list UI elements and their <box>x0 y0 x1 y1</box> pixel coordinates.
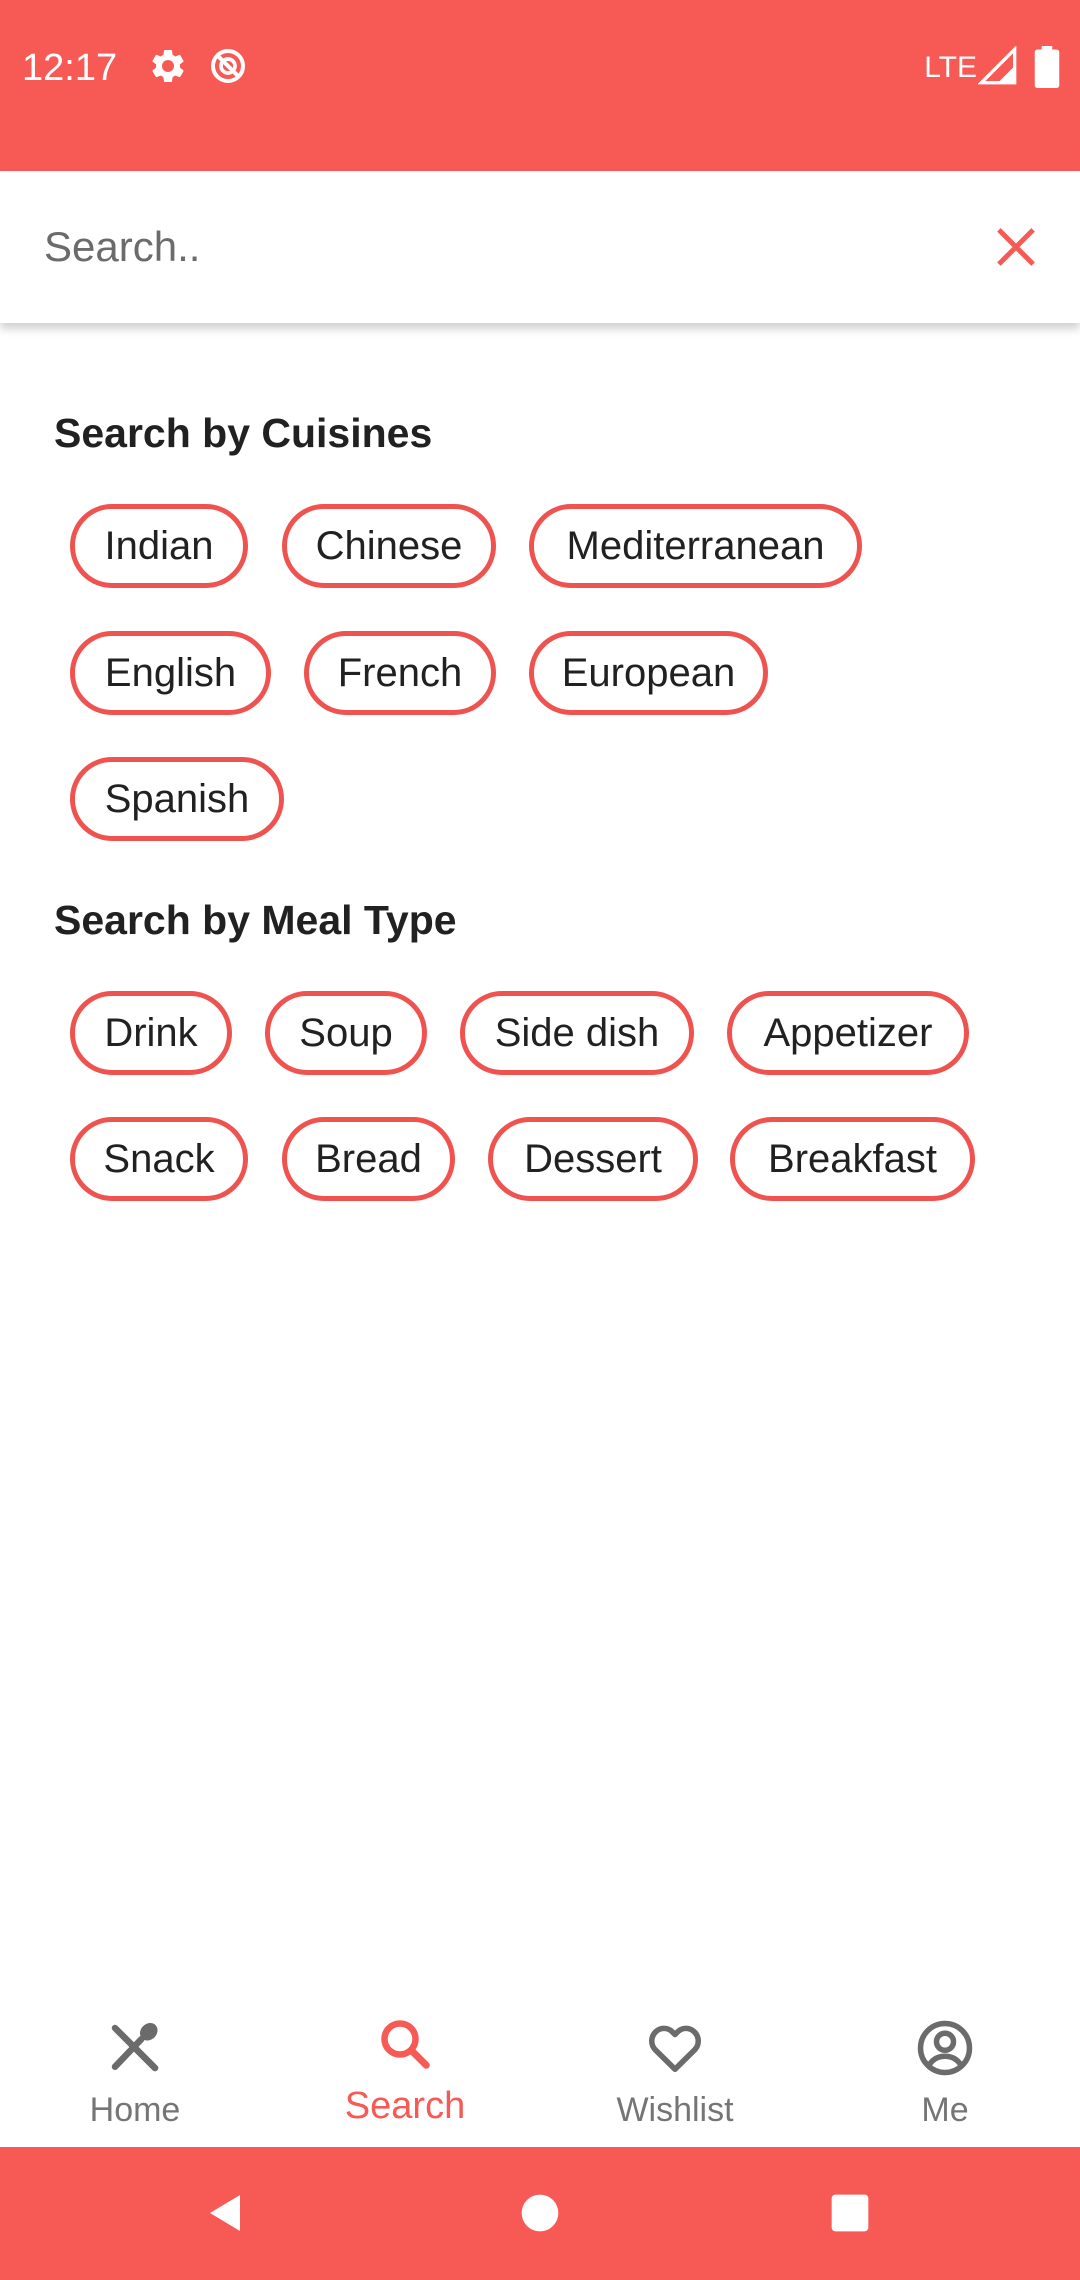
chip-label: English <box>104 650 237 695</box>
chip-meal-soup[interactable]: Soup <box>265 991 427 1075</box>
chip-label: Soup <box>299 1010 393 1055</box>
clear-search-button[interactable] <box>982 213 1050 281</box>
back-button[interactable] <box>190 2177 262 2249</box>
chip-label: Mediterranean <box>566 523 825 568</box>
chip-meal-bread[interactable]: Bread <box>282 1117 455 1201</box>
chip-label: Bread <box>315 1136 422 1181</box>
chip-cuisine-english[interactable]: English <box>70 631 271 715</box>
nav-label-me: Me <box>921 2091 969 2129</box>
chip-label: Spanish <box>104 776 250 821</box>
close-icon <box>997 228 1035 266</box>
settings-icon <box>152 49 184 82</box>
back-triangle-icon <box>210 2195 240 2231</box>
chip-label: Breakfast <box>768 1136 937 1181</box>
chip-label: Chinese <box>315 523 463 568</box>
search-bar <box>0 171 1080 323</box>
chip-label: Side dish <box>494 1010 660 1055</box>
nav-label-home: Home <box>89 2091 181 2129</box>
utensils-icon <box>111 2022 159 2072</box>
chip-meal-side-dish[interactable]: Side dish <box>460 991 694 1075</box>
chip-cuisine-french[interactable]: French <box>304 631 496 715</box>
chip-cuisine-chinese[interactable]: Chinese <box>282 504 496 588</box>
signal-icon <box>978 46 1017 85</box>
chip-cuisine-mediterranean[interactable]: Mediterranean <box>529 504 862 588</box>
chip-label: Snack <box>103 1136 215 1181</box>
bottom-navigation: Home Search Wishlist Me <box>0 1990 1080 2147</box>
battery-icon <box>1034 46 1060 88</box>
chip-label: French <box>337 650 463 695</box>
home-button[interactable] <box>504 2177 576 2249</box>
nav-item-wishlist[interactable]: Wishlist <box>540 1990 810 2147</box>
status-time: 12:17 <box>22 47 118 89</box>
do-not-disturb-icon <box>211 49 245 83</box>
home-circle-icon <box>521 2194 559 2232</box>
account-icon <box>917 2020 973 2076</box>
chip-meal-breakfast[interactable]: Breakfast <box>730 1117 975 1201</box>
chip-cuisine-spanish[interactable]: Spanish <box>70 757 284 841</box>
search-input[interactable] <box>44 209 944 285</box>
app-screen: 12:17 LTE Search by Cuisines Indian <box>0 0 1080 2280</box>
chip-label: European <box>561 650 736 695</box>
chip-label: Indian <box>104 523 214 568</box>
recents-button[interactable] <box>814 2177 886 2249</box>
chip-cuisine-indian[interactable]: Indian <box>70 504 248 588</box>
status-bar: 12:17 LTE <box>0 0 1080 171</box>
nav-item-home[interactable]: Home <box>0 1990 270 2147</box>
chip-meal-drink[interactable]: Drink <box>70 991 232 1075</box>
nav-label-wishlist: Wishlist <box>616 2091 734 2129</box>
heart-icon <box>649 2025 701 2072</box>
chip-meal-snack[interactable]: Snack <box>70 1117 248 1201</box>
chip-cuisine-european[interactable]: European <box>529 631 768 715</box>
chip-meal-dessert[interactable]: Dessert <box>488 1117 698 1201</box>
chip-label: Appetizer <box>763 1010 933 1055</box>
system-navigation-bar <box>0 2147 1080 2280</box>
meal-type-section-title: Search by Meal Type <box>54 897 457 943</box>
network-type-label: LTE <box>924 51 977 84</box>
search-icon <box>381 2020 430 2069</box>
nav-item-search[interactable]: Search <box>270 1990 540 2147</box>
chip-label: Dessert <box>524 1136 662 1181</box>
nav-item-me[interactable]: Me <box>810 1990 1080 2147</box>
chip-label: Drink <box>104 1010 198 1055</box>
recents-square-icon <box>831 2194 869 2232</box>
chip-meal-appetizer[interactable]: Appetizer <box>727 991 969 1075</box>
nav-label-search: Search <box>344 2085 466 2127</box>
cuisines-section-title: Search by Cuisines <box>54 410 433 456</box>
